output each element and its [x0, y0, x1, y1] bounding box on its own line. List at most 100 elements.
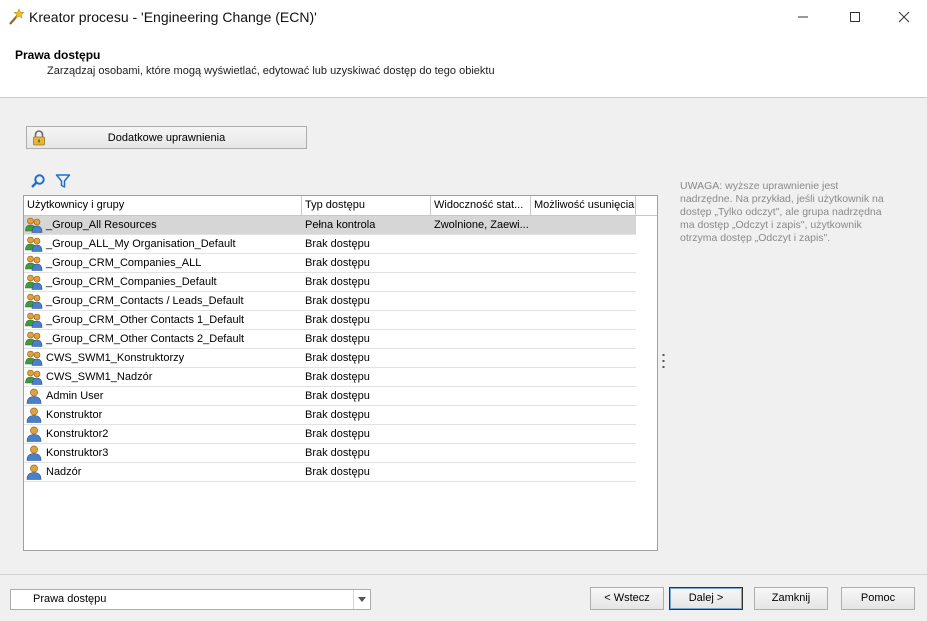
cell-access-type: Brak dostępu — [305, 238, 370, 250]
table-row[interactable]: CWS_SWM1_Konstruktorzy Brak dostępu — [24, 349, 636, 368]
table-row[interactable]: CWS_SWM1_Nadzór Brak dostępu — [24, 368, 636, 387]
cell-user-group: Konstruktor2 — [24, 425, 302, 443]
page-title: Prawa dostępu — [15, 48, 101, 62]
table-row[interactable]: _Group_CRM_Companies_Default Brak dostępu — [24, 273, 636, 292]
table-row[interactable]: Konstruktor2 Brak dostępu — [24, 425, 636, 444]
cell-status-visibility — [431, 368, 531, 386]
cell-status-visibility — [431, 444, 531, 462]
cell-name: _Group_CRM_Other Contacts 1_Default — [46, 314, 245, 326]
cell-deletion — [531, 444, 636, 462]
minimize-icon — [798, 16, 808, 17]
cell-name: _Group_CRM_Contacts / Leads_Default — [46, 295, 244, 307]
column-header-users[interactable]: Użytkownicy i grupy — [24, 196, 302, 216]
table-row[interactable]: Admin User Brak dostępu — [24, 387, 636, 406]
dropdown-arrow[interactable] — [353, 590, 370, 609]
user-icon — [25, 445, 43, 461]
next-button[interactable]: Dalej > — [669, 587, 743, 610]
cell-deletion — [531, 463, 636, 481]
window-title: Kreator procesu - 'Engineering Change (E… — [29, 8, 317, 25]
splitter-handle[interactable] — [662, 354, 665, 368]
table-row[interactable]: _Group_CRM_Companies_ALL Brak dostępu — [24, 254, 636, 273]
cell-deletion — [531, 216, 636, 234]
lock-icon — [33, 130, 45, 146]
close-button[interactable] — [881, 0, 927, 33]
wizard-header: Prawa dostępu Zarządzaj osobami, które m… — [0, 33, 927, 98]
wizard-body: Dodatkowe uprawnienia Użytkownicy i grup… — [0, 98, 927, 574]
cell-name: Konstruktor2 — [46, 428, 109, 440]
column-header-access-type[interactable]: Typ dostępu — [302, 196, 431, 216]
cell-access-type: Brak dostępu — [305, 371, 370, 383]
cell-deletion — [531, 368, 636, 386]
cell-status-visibility — [431, 273, 531, 291]
grid-body: _Group_All Resources Pełna kontrola Zwolni… — [24, 216, 657, 482]
cell-name: _Group_All Resources — [46, 219, 157, 231]
step-dropdown[interactable]: Prawa dostępu — [10, 589, 371, 610]
filter-icon[interactable] — [55, 173, 71, 189]
cell-access-type: Brak dostępu — [305, 447, 370, 459]
column-header-status-visibility[interactable]: Widoczność stat... — [431, 196, 531, 216]
cell-access-type: Brak dostępu — [305, 352, 370, 364]
cell-access-type: Brak dostępu — [305, 428, 370, 440]
cell-access-type: Brak dostępu — [305, 333, 370, 345]
cell-status-visibility — [431, 425, 531, 443]
table-row[interactable]: Konstruktor Brak dostępu — [24, 406, 636, 425]
close-wizard-button[interactable]: Zamknij — [754, 587, 828, 610]
table-row[interactable]: _Group_ALL_My Organisation_Default Brak d… — [24, 235, 636, 254]
group-icon — [25, 236, 43, 252]
cell-status-visibility — [431, 330, 531, 348]
cell-status-visibility — [431, 254, 531, 272]
cell-deletion — [531, 235, 636, 253]
group-icon — [25, 369, 43, 385]
column-header-deletion[interactable]: Możliwość usunięcia — [531, 196, 636, 216]
cell-deletion — [531, 425, 636, 443]
cell-status-visibility — [431, 406, 531, 424]
help-button[interactable]: Pomoc — [841, 587, 915, 610]
page-subtitle: Zarządzaj osobami, które mogą wyświetlać… — [47, 65, 495, 77]
cell-access-type: Brak dostępu — [305, 409, 370, 421]
cell-name: Konstruktor — [46, 409, 103, 421]
cell-user-group: _Group_CRM_Companies_Default — [24, 273, 302, 291]
cell-user-group: _Group_ALL_My Organisation_Default — [24, 235, 302, 253]
cell-user-group: Admin User — [24, 387, 302, 405]
group-icon — [25, 293, 43, 309]
table-row[interactable]: _Group_All Resources Pełna kontrola Zwolni… — [24, 216, 636, 235]
group-icon — [25, 312, 43, 328]
cell-deletion — [531, 254, 636, 272]
permissions-grid: Użytkownicy i grupy Typ dostępu Widoczno… — [23, 195, 658, 551]
table-row[interactable]: _Group_CRM_Other Contacts 1_Default Brak … — [24, 311, 636, 330]
cell-status-visibility — [431, 463, 531, 481]
back-button[interactable]: < Wstecz — [590, 587, 664, 610]
cell-deletion — [531, 330, 636, 348]
cell-user-group: _Group_All Resources — [24, 216, 302, 234]
cell-user-group: CWS_SWM1_Nadzór — [24, 368, 302, 386]
cell-deletion — [531, 292, 636, 310]
cell-user-group: _Group_CRM_Other Contacts 1_Default — [24, 311, 302, 329]
maximize-button[interactable] — [832, 0, 878, 33]
group-icon — [25, 274, 43, 290]
cell-name: Nadzór — [46, 466, 82, 478]
maximize-icon — [850, 11, 860, 22]
cell-name: CWS_SWM1_Nadzór — [46, 371, 153, 383]
cell-access-type: Brak dostępu — [305, 390, 370, 402]
additional-permissions-button[interactable]: Dodatkowe uprawnienia — [26, 126, 307, 149]
cell-access-type: Brak dostępu — [305, 466, 370, 478]
cell-status-visibility — [431, 387, 531, 405]
table-row[interactable]: _Group_CRM_Other Contacts 2_Default Brak … — [24, 330, 636, 349]
cell-user-group: CWS_SWM1_Konstruktorzy — [24, 349, 302, 367]
search-icon[interactable] — [30, 173, 46, 189]
minimize-button[interactable] — [780, 0, 826, 33]
cell-user-group: Nadzór — [24, 463, 302, 481]
cell-access-type: Brak dostępu — [305, 257, 370, 269]
table-row[interactable]: _Group_CRM_Contacts / Leads_Default Brak … — [24, 292, 636, 311]
group-icon — [25, 331, 43, 347]
cell-user-group: Konstruktor — [24, 406, 302, 424]
cell-deletion — [531, 273, 636, 291]
title-bar: Kreator procesu - 'Engineering Change (E… — [0, 0, 927, 33]
cell-name: _Group_CRM_Companies_ALL — [46, 257, 202, 269]
cell-user-group: Konstruktor3 — [24, 444, 302, 462]
cell-user-group: _Group_CRM_Contacts / Leads_Default — [24, 292, 302, 310]
table-row[interactable]: Konstruktor3 Brak dostępu — [24, 444, 636, 463]
cell-name: _Group_CRM_Other Contacts 2_Default — [46, 333, 245, 345]
cell-user-group: _Group_CRM_Companies_ALL — [24, 254, 302, 272]
table-row[interactable]: Nadzór Brak dostępu — [24, 463, 636, 482]
